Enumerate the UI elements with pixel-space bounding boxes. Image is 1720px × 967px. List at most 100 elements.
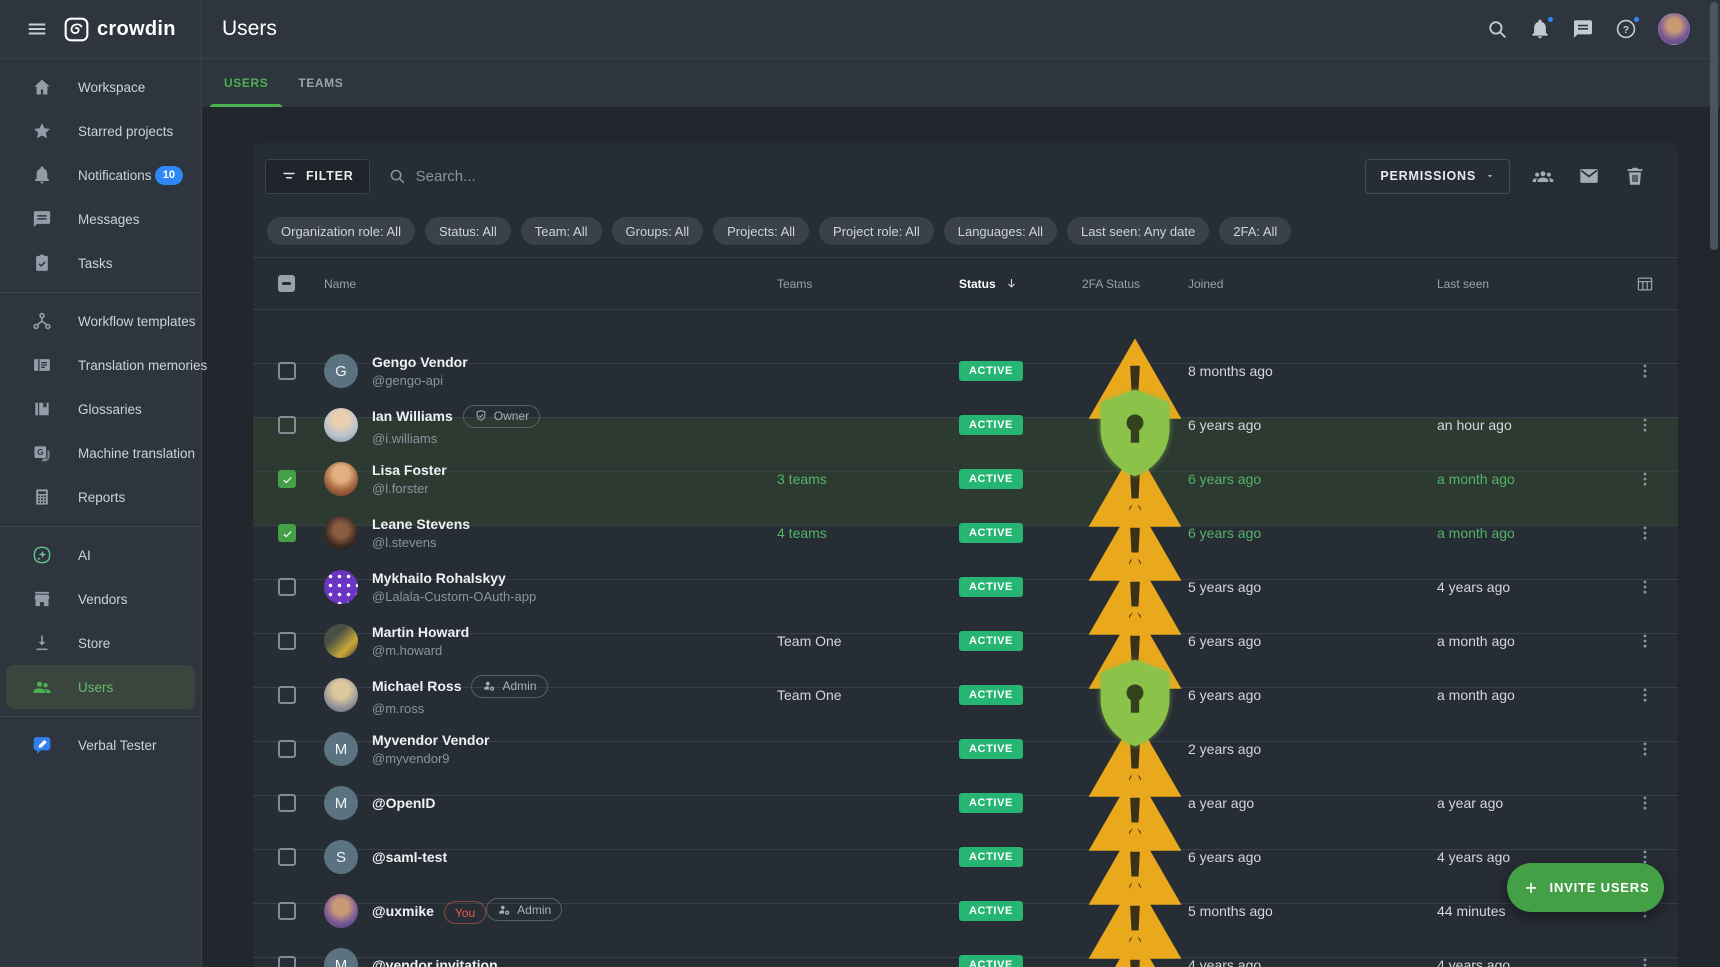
- tab-users[interactable]: USERS: [210, 59, 282, 107]
- sort-desc-icon[interactable]: [1004, 276, 1019, 291]
- filter-chip-groups[interactable]: Groups: All: [612, 217, 704, 245]
- sidebar-item-messages[interactable]: Messages: [6, 197, 195, 241]
- row-checkbox[interactable]: [278, 524, 296, 542]
- row-checkbox[interactable]: [278, 848, 296, 866]
- row-checkbox[interactable]: [278, 416, 296, 434]
- filter-chip-organization-role[interactable]: Organization role: All: [267, 217, 415, 245]
- filter-chip-languages[interactable]: Languages: All: [944, 217, 1057, 245]
- sidebar-item-label: Store: [78, 636, 110, 651]
- plus-icon: [1522, 879, 1540, 897]
- filter-chip-2fa[interactable]: 2FA: All: [1219, 217, 1291, 245]
- user-name[interactable]: Leane Stevens: [372, 516, 470, 532]
- row-checkbox[interactable]: [278, 902, 296, 920]
- column-settings-icon[interactable]: [1636, 275, 1654, 293]
- logo-row: crowdin: [0, 0, 201, 59]
- sidebar-item-machine-translation[interactable]: G Machine translation: [6, 431, 195, 475]
- filter-chip-project-role[interactable]: Project role: All: [819, 217, 934, 245]
- filter-chip-projects[interactable]: Projects: All: [713, 217, 809, 245]
- row-checkbox[interactable]: [278, 578, 296, 596]
- row-menu-button[interactable]: [1636, 794, 1654, 812]
- help-button[interactable]: ?: [1615, 18, 1637, 40]
- user-name[interactable]: Lisa Foster: [372, 462, 447, 478]
- row-menu-button[interactable]: [1636, 578, 1654, 596]
- teams-cell[interactable]: 4 teams: [777, 525, 959, 541]
- sidebar-item-workflow-templates[interactable]: Workflow templates: [6, 299, 195, 343]
- row-checkbox[interactable]: [278, 470, 296, 488]
- col-header-2fa[interactable]: 2FA Status: [1082, 277, 1188, 291]
- crowdin-logo[interactable]: crowdin: [64, 17, 176, 42]
- delete-icon[interactable]: [1624, 165, 1646, 187]
- row-menu-button[interactable]: [1636, 470, 1654, 488]
- profile-avatar[interactable]: [1658, 13, 1690, 45]
- filter-chip-last-seen[interactable]: Last seen: Any date: [1067, 217, 1209, 245]
- row-menu-button[interactable]: [1636, 524, 1654, 542]
- add-to-group-icon[interactable]: [1532, 165, 1554, 187]
- sidebar: crowdin Workspace Starred projects Notif…: [0, 0, 202, 967]
- email-icon[interactable]: [1578, 165, 1600, 187]
- teams-cell[interactable]: 3 teams: [777, 471, 959, 487]
- invite-users-button[interactable]: INVITE USERS: [1507, 863, 1664, 912]
- filter-button[interactable]: FILTER: [265, 159, 370, 194]
- permissions-button[interactable]: PERMISSIONS: [1365, 159, 1510, 194]
- row-checkbox[interactable]: [278, 956, 296, 967]
- sidebar-item-verbal-tester[interactable]: Verbal Tester: [6, 723, 195, 767]
- teams-cell[interactable]: Team One: [777, 633, 959, 649]
- row-checkbox[interactable]: [278, 632, 296, 650]
- col-header-name[interactable]: Name: [324, 277, 777, 291]
- scrollbar-thumb[interactable]: [1710, 2, 1718, 250]
- user-name[interactable]: @saml-test: [372, 849, 447, 865]
- user-name[interactable]: Ian Williams: [372, 408, 453, 424]
- col-header-joined[interactable]: Joined: [1188, 277, 1437, 291]
- row-checkbox[interactable]: [278, 362, 296, 380]
- sidebar-item-workspace[interactable]: Workspace: [6, 65, 195, 109]
- row-menu-button[interactable]: [1636, 956, 1654, 967]
- avatar: [324, 516, 358, 550]
- sidebar-item-translation-memories[interactable]: Translation memories: [6, 343, 195, 387]
- user-name[interactable]: @vendor.invitation: [372, 957, 498, 967]
- sidebar-item-reports[interactable]: Reports: [6, 475, 195, 519]
- sidebar-item-notifications[interactable]: Notifications 10: [6, 153, 195, 197]
- toolbar-icons: [1532, 165, 1646, 187]
- search-input[interactable]: [416, 168, 696, 185]
- row-menu-button[interactable]: [1636, 416, 1654, 434]
- sidebar-divider: [0, 716, 201, 717]
- sidebar-item-vendors[interactable]: Vendors: [6, 577, 195, 621]
- joined-cell: 6 years ago: [1188, 687, 1437, 703]
- joined-cell: 6 years ago: [1188, 525, 1437, 541]
- row-menu-button[interactable]: [1636, 686, 1654, 704]
- user-name[interactable]: Michael Ross: [372, 678, 461, 694]
- filter-chip-status[interactable]: Status: All: [425, 217, 511, 245]
- toolbar: FILTER PERMISSIONS: [253, 143, 1678, 194]
- user-name[interactable]: @OpenID: [372, 795, 435, 811]
- messages-icon[interactable]: [1572, 18, 1594, 40]
- teams-cell[interactable]: Team One: [777, 687, 959, 703]
- row-menu-button[interactable]: [1636, 632, 1654, 650]
- user-name[interactable]: Mykhailo Rohalskyy: [372, 570, 506, 586]
- row-checkbox[interactable]: [278, 740, 296, 758]
- user-name[interactable]: Martin Howard: [372, 624, 469, 640]
- sidebar-item-users[interactable]: Users: [6, 665, 195, 709]
- select-all-checkbox[interactable]: [278, 275, 295, 292]
- sidebar-item-ai[interactable]: AI: [6, 533, 195, 577]
- notifications-button[interactable]: [1529, 18, 1551, 40]
- sidebar-divider: [0, 526, 201, 527]
- row-checkbox[interactable]: [278, 794, 296, 812]
- user-name[interactable]: @uxmike: [372, 903, 434, 919]
- filter-chip-team[interactable]: Team: All: [521, 217, 602, 245]
- hamburger-menu-icon[interactable]: [26, 18, 48, 40]
- sidebar-item-store[interactable]: Store: [6, 621, 195, 665]
- row-menu-button[interactable]: [1636, 740, 1654, 758]
- col-header-teams[interactable]: Teams: [777, 277, 959, 291]
- user-name[interactable]: Myvendor Vendor: [372, 732, 489, 748]
- col-header-status[interactable]: Status: [959, 276, 1082, 291]
- sidebar-item-starred-projects[interactable]: Starred projects: [6, 109, 195, 153]
- joined-cell: 4 years ago: [1188, 957, 1437, 967]
- tab-teams[interactable]: TEAMS: [284, 59, 357, 107]
- sidebar-item-tasks[interactable]: Tasks: [6, 241, 195, 285]
- col-header-last-seen[interactable]: Last seen: [1437, 277, 1620, 291]
- sidebar-item-glossaries[interactable]: Glossaries: [6, 387, 195, 431]
- user-name[interactable]: Gengo Vendor: [372, 354, 468, 370]
- row-checkbox[interactable]: [278, 686, 296, 704]
- row-menu-button[interactable]: [1636, 362, 1654, 380]
- search-icon[interactable]: [1486, 18, 1508, 40]
